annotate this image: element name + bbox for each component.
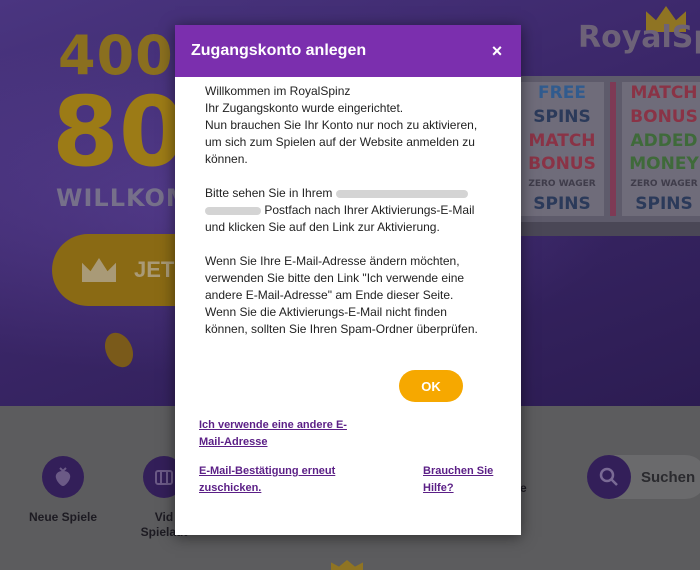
category-new-games[interactable]: Neue Spiele	[23, 456, 103, 525]
reel-text: ZERO WAGER	[528, 178, 596, 189]
resend-confirmation-link[interactable]: E-Mail-Bestätigung erneut zuschicken.	[199, 463, 359, 497]
reel-text: SPINS	[533, 106, 591, 127]
reel-text: MATCH	[528, 130, 596, 151]
body-text: Wenn Sie Ihre E-Mail-Adresse ändern möch…	[205, 254, 460, 268]
reel-divider	[610, 82, 616, 216]
help-link[interactable]: Brauchen Sie Hilfe?	[423, 463, 503, 497]
search-label: Suchen	[641, 468, 696, 486]
body-text: Postfach nach Ihrer Aktivierungs-E-Mail	[205, 202, 503, 219]
body-text: können, sollten Sie Ihren Spam-Ordner üb…	[205, 322, 478, 336]
modal-title: Zugangskonto anlegen	[191, 42, 367, 59]
body-text: um sich zum Spielen auf der Website anme…	[205, 135, 475, 149]
slot-reel-left: FREE SPINS MATCH BONUS ZERO WAGER SPINS	[520, 82, 604, 216]
close-icon[interactable]: ×	[487, 41, 507, 61]
category-label-partial: e	[520, 481, 527, 495]
reel-text: ZERO WAGER	[630, 178, 698, 189]
reel-text: BONUS	[630, 106, 698, 127]
strawberry-icon	[42, 456, 84, 498]
reel-text: MONEY	[629, 154, 699, 175]
body-text: können.	[205, 152, 248, 166]
category-label: Neue Spiele	[28, 510, 98, 524]
reel-text: SPINS	[635, 193, 693, 214]
body-text: andere E-Mail-Adresse" am Ende dieser Se…	[205, 288, 454, 302]
ok-button[interactable]: OK	[399, 370, 463, 402]
reel-text: BONUS	[528, 154, 596, 175]
reel-text: ADDED	[630, 130, 698, 151]
body-text: Bitte sehen Sie in Ihrem	[205, 185, 503, 202]
body-text: Willkommen im RoyalSpinz	[205, 84, 351, 98]
body-text: und klicken Sie auf den Link zur Aktivie…	[205, 220, 440, 234]
other-email-link[interactable]: Ich verwende eine andere E-Mail-Adresse	[199, 417, 359, 451]
body-text: verwenden Sie bitte den Link "Ich verwen…	[205, 271, 465, 285]
reel-text: FREE	[538, 83, 586, 104]
modal-header: Zugangskonto anlegen ×	[175, 25, 521, 77]
body-text: Wenn Sie die Aktivierungs-E-Mail nicht f…	[205, 305, 447, 319]
reel-text: SPINS	[533, 193, 591, 214]
slot-reel-base	[512, 222, 700, 236]
reel-text: MATCH	[630, 83, 698, 104]
promo-amount-big: 80	[52, 76, 186, 188]
modal-body: Willkommen im RoyalSpinz Ihr Zugangskont…	[175, 77, 521, 338]
body-text: Nun brauchen Sie Ihr Konto nur noch zu a…	[205, 118, 478, 132]
create-account-modal: Zugangskonto anlegen × Willkommen im Roy…	[175, 25, 521, 535]
ok-row: OK	[175, 370, 521, 402]
search-button[interactable]: Suchen	[587, 455, 700, 499]
redacted-email	[205, 206, 261, 215]
crown-icon	[82, 258, 116, 282]
search-icon	[587, 455, 631, 499]
site-logo[interactable]: RoyalSp	[578, 20, 700, 55]
slot-reel-right: MATCH BONUS ADDED MONEY ZERO WAGER SPINS	[622, 82, 700, 216]
redacted-email	[335, 189, 468, 198]
body-text: Ihr Zugangskonto wurde eingerichtet.	[205, 101, 404, 115]
